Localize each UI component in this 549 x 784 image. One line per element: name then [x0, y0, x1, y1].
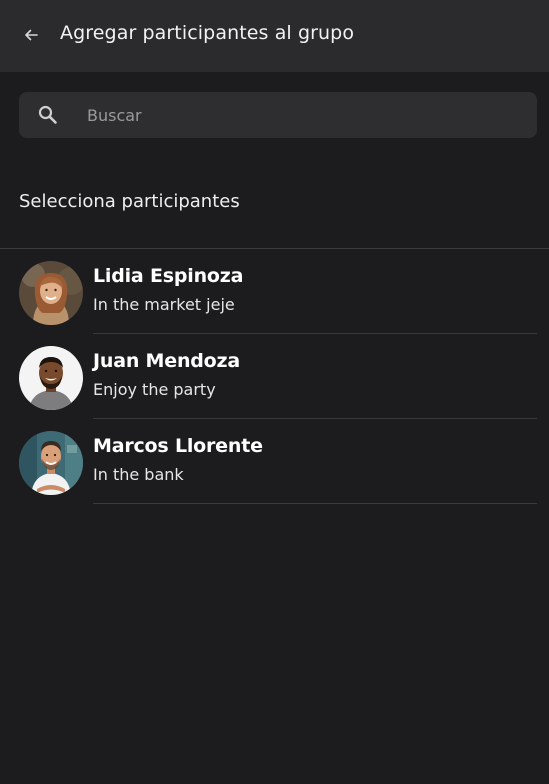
arrow-left-icon — [25, 29, 38, 41]
app-window: Agregar participantes al grupo Seleccion… — [0, 0, 549, 784]
search-bar[interactable] — [19, 92, 537, 138]
avatar — [19, 261, 83, 325]
row-divider — [93, 503, 537, 504]
search-input[interactable] — [87, 92, 517, 138]
contact-status: Enjoy the party — [93, 380, 216, 399]
contact-list: Lidia Espinoza In the market jeje Juan M… — [0, 249, 549, 504]
contact-status: In the bank — [93, 465, 184, 484]
contact-row-juan-mendoza[interactable]: Juan Mendoza Enjoy the party — [0, 334, 549, 419]
avatar — [19, 346, 83, 410]
contact-row-lidia-espinoza[interactable]: Lidia Espinoza In the market jeje — [0, 249, 549, 334]
search-icon — [38, 105, 57, 124]
contact-row-marcos-llorente[interactable]: Marcos Llorente In the bank — [0, 419, 549, 504]
contact-status: In the market jeje — [93, 295, 235, 314]
page-title: Agregar participantes al grupo — [60, 22, 355, 44]
section-title: Selecciona participantes — [19, 191, 240, 212]
header-bar: Agregar participantes al grupo — [0, 0, 549, 72]
contact-name: Juan Mendoza — [93, 350, 241, 372]
contact-name: Lidia Espinoza — [93, 265, 244, 287]
back-button[interactable] — [20, 24, 42, 46]
contact-name: Marcos Llorente — [93, 435, 263, 457]
avatar — [19, 431, 83, 495]
